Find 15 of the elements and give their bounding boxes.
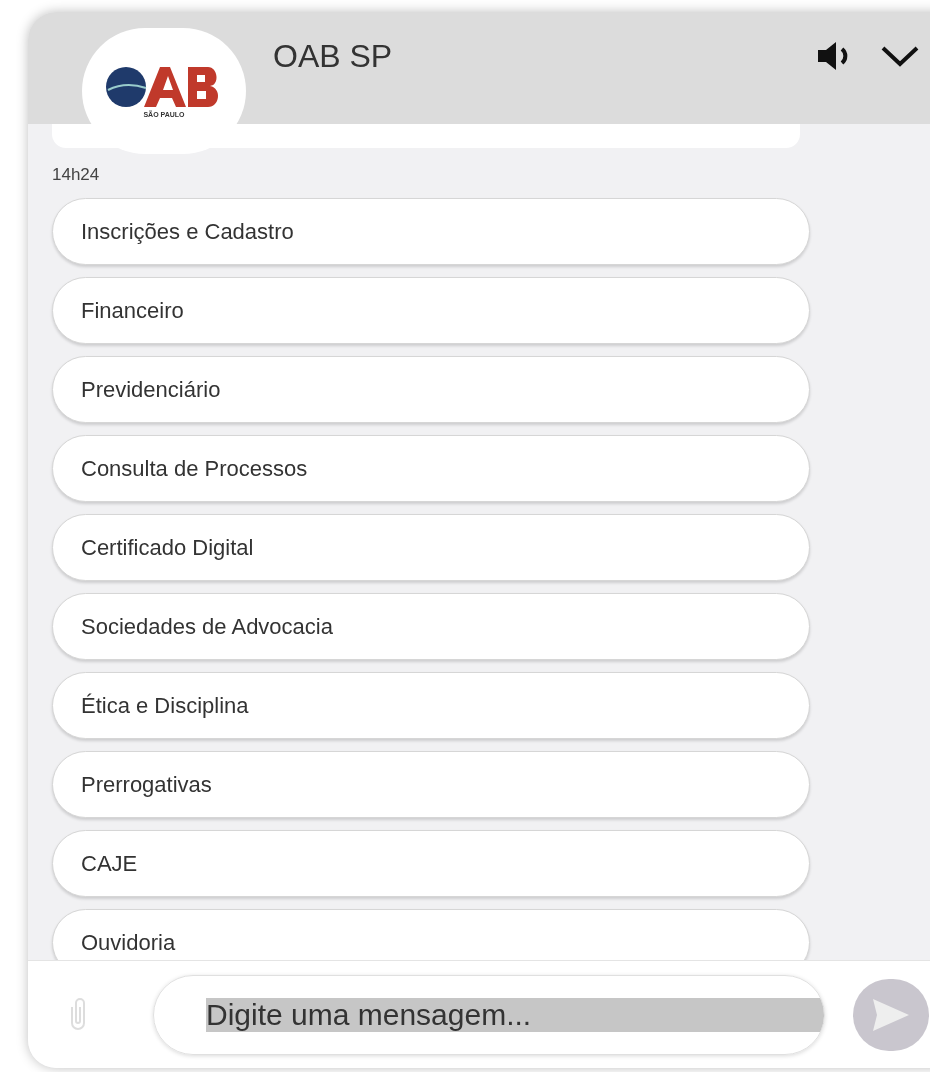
quick-reply-button[interactable]: Financeiro: [52, 276, 810, 344]
quick-reply-button[interactable]: Certificado Digital: [52, 513, 810, 581]
quick-reply-button[interactable]: Ética e Disciplina: [52, 671, 810, 739]
quick-reply-button[interactable]: Sociedades de Advocacia: [52, 592, 810, 660]
message-time: 14h24: [52, 164, 101, 186]
message-input[interactable]: Digite uma mensagem...: [153, 974, 825, 1055]
quick-reply-button[interactable]: Prerrogativas: [52, 750, 810, 818]
paperclip-icon[interactable]: [68, 996, 88, 1033]
quick-reply-button[interactable]: Consulta de Processos: [52, 434, 810, 502]
quick-reply-button[interactable]: Previdenciário: [52, 355, 810, 423]
quick-reply-button[interactable]: Ouvidoria: [52, 908, 810, 960]
quick-reply-button[interactable]: CAJE: [52, 829, 810, 897]
send-icon: [871, 996, 911, 1033]
chat-title: OAB SP: [273, 36, 393, 76]
quick-reply-button[interactable]: Inscrições e Cadastro: [52, 197, 810, 265]
